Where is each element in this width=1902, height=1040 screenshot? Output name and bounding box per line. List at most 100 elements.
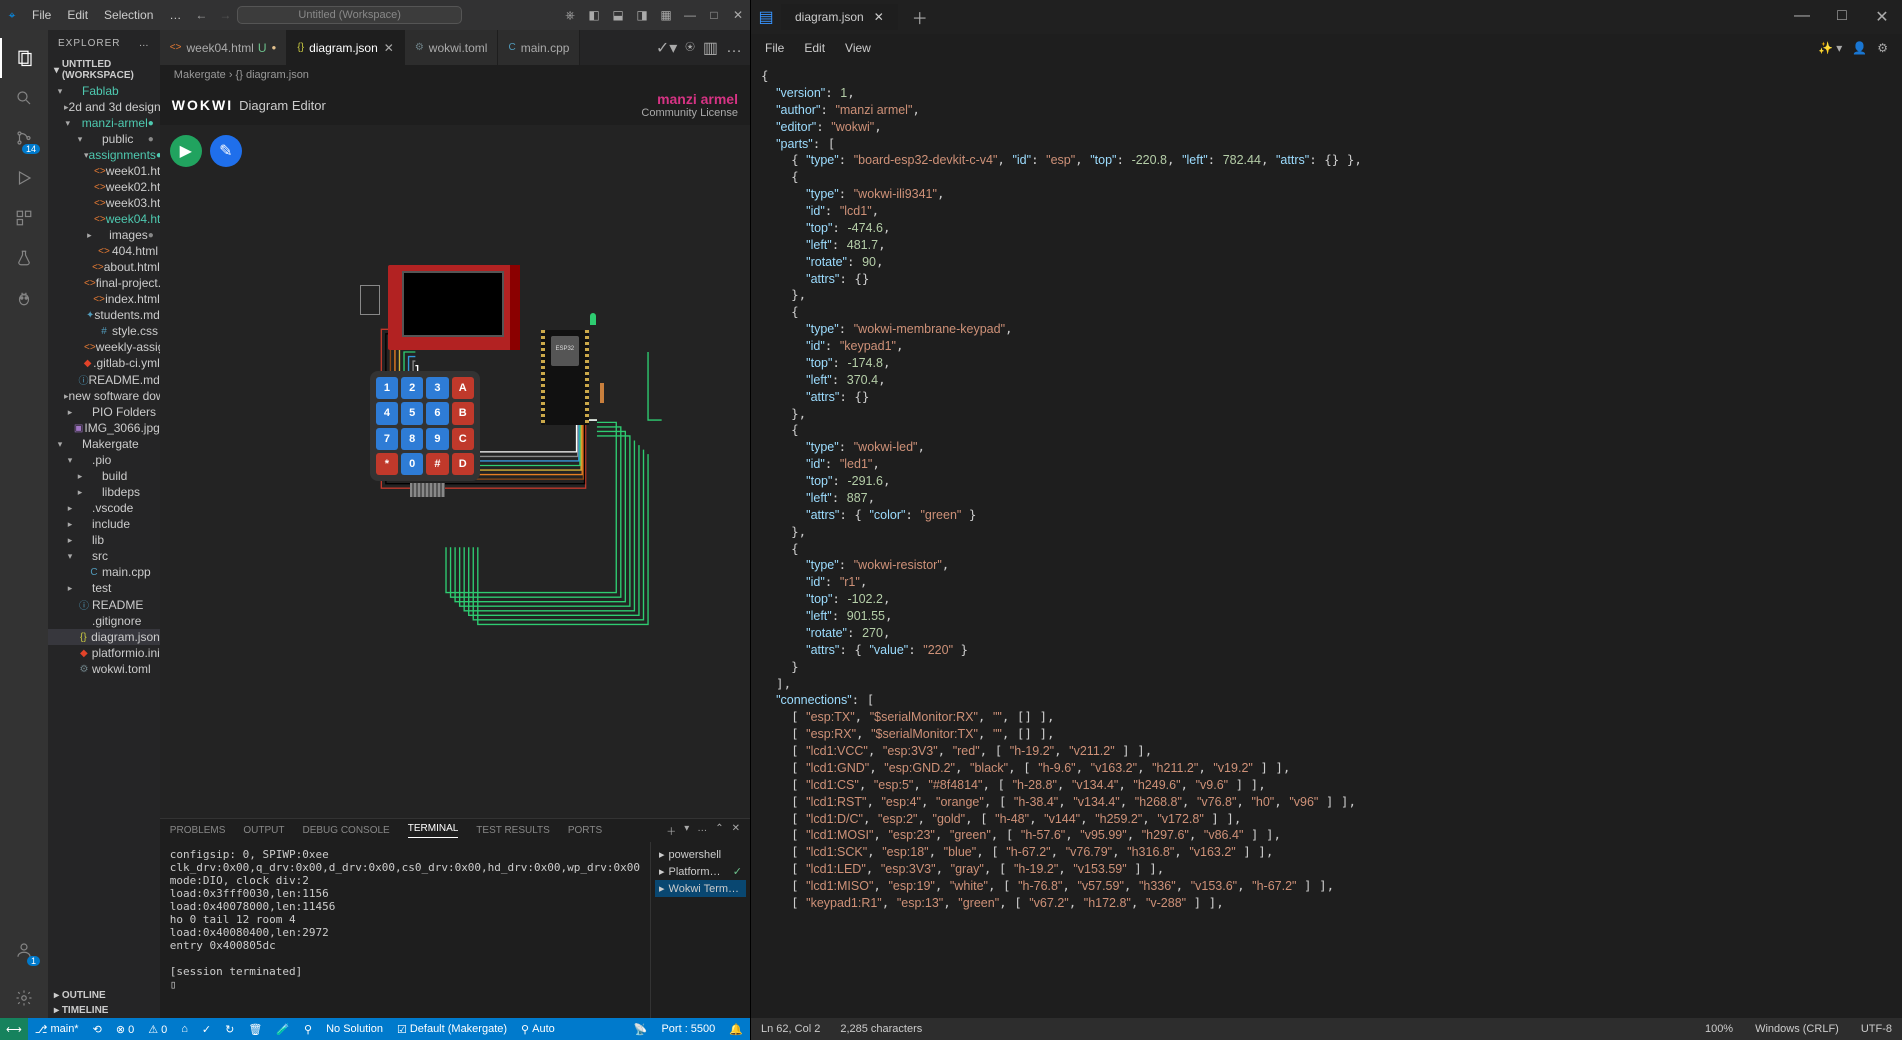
tree-src[interactable]: ▾src bbox=[48, 548, 160, 564]
key-B[interactable]: B bbox=[452, 402, 474, 424]
tree-Fablab[interactable]: ▾Fablab bbox=[48, 83, 160, 99]
close-panel-icon[interactable]: ✕ bbox=[732, 823, 740, 838]
layout-bottom-icon[interactable]: ⬓ bbox=[606, 8, 630, 22]
trash-icon[interactable]: 🗑 bbox=[241, 1023, 269, 1036]
status-warnings[interactable]: ⚠ 0 bbox=[141, 1023, 174, 1036]
tab-wokwi.toml[interactable]: ⚙wokwi.toml bbox=[405, 30, 499, 65]
key-8[interactable]: 8 bbox=[401, 428, 423, 450]
tree-public[interactable]: ▾public● bbox=[48, 131, 160, 147]
plug-icon[interactable]: ⚲ bbox=[297, 1023, 319, 1036]
explorer-icon[interactable] bbox=[0, 38, 48, 78]
key-C[interactable]: C bbox=[452, 428, 474, 450]
key-7[interactable]: 7 bbox=[376, 428, 398, 450]
search-icon[interactable] bbox=[0, 78, 48, 118]
layout-right-icon[interactable]: ◨ bbox=[630, 8, 654, 22]
tree-.gitignore[interactable]: .gitignore bbox=[48, 613, 160, 629]
key-9[interactable]: 9 bbox=[426, 428, 448, 450]
panel-more-icon[interactable]: … bbox=[697, 823, 707, 838]
tab-diagram.json[interactable]: {}diagram.json✕ bbox=[287, 30, 404, 65]
close-icon[interactable]: ✕ bbox=[874, 10, 884, 24]
outline-section[interactable]: ▸ OUTLINE bbox=[48, 988, 160, 1003]
key-4[interactable]: 4 bbox=[376, 402, 398, 424]
tree-new software download[interactable]: ▸new software download bbox=[48, 388, 160, 404]
maximize-panel-icon[interactable]: ⌃ bbox=[715, 823, 723, 838]
nav-back-icon[interactable]: ← bbox=[189, 8, 213, 22]
key-0[interactable]: 0 bbox=[401, 453, 423, 475]
panel-tab-output[interactable]: OUTPUT bbox=[243, 825, 284, 836]
terminal-Platform…[interactable]: ▸Platform…✓ bbox=[655, 863, 746, 880]
gear-icon[interactable]: ⚙ bbox=[1877, 41, 1888, 55]
key-1[interactable]: 1 bbox=[376, 377, 398, 399]
key-2[interactable]: 2 bbox=[401, 377, 423, 399]
sync-icon[interactable]: ⟲ bbox=[86, 1023, 109, 1036]
tree-.gitlab-ci.yml[interactable]: ◆.gitlab-ci.yml bbox=[48, 355, 160, 371]
panel-tab-terminal[interactable]: TERMINAL bbox=[408, 823, 459, 838]
simulate-edit-button[interactable]: ✎ bbox=[210, 135, 242, 167]
panel-tab-problems[interactable]: PROBLEMS bbox=[170, 825, 226, 836]
resistor-component[interactable] bbox=[600, 383, 604, 403]
extensions-icon[interactable] bbox=[0, 198, 48, 238]
tree-build[interactable]: ▸build bbox=[48, 468, 160, 484]
new-terminal-icon[interactable]: ＋ bbox=[666, 823, 676, 838]
tree-manzi-armel[interactable]: ▾manzi-armel● bbox=[48, 115, 160, 131]
user-icon[interactable]: 👤 bbox=[1852, 41, 1867, 55]
testing-icon[interactable] bbox=[0, 238, 48, 278]
key-D[interactable]: D bbox=[452, 453, 474, 475]
run-checks-icon[interactable]: ✓▾ bbox=[656, 38, 677, 58]
membrane-keypad[interactable]: 123A456B789C*0#D bbox=[370, 371, 480, 481]
tab-week04.html[interactable]: <>week04.html U● bbox=[160, 30, 288, 65]
layout-custom-icon[interactable]: ▦ bbox=[654, 8, 678, 22]
tree-.pio[interactable]: ▾.pio bbox=[48, 452, 160, 468]
terminal-Wokwi Term…[interactable]: ▸Wokwi Term… bbox=[655, 880, 746, 897]
tree-.vscode[interactable]: ▸.vscode bbox=[48, 500, 160, 516]
tree-2d and 3d design[interactable]: ▸2d and 3d design bbox=[48, 99, 160, 115]
chip-icon[interactable]: ⍟ bbox=[685, 39, 695, 57]
menu2-view[interactable]: View bbox=[835, 41, 881, 55]
home-icon[interactable]: ⌂ bbox=[174, 1023, 195, 1035]
auto-mode[interactable]: ⚲ Auto bbox=[514, 1023, 562, 1036]
port-status[interactable]: Port : 5500 bbox=[654, 1023, 722, 1035]
menu-selection[interactable]: Selection bbox=[96, 8, 161, 22]
command-center[interactable]: Untitled (Workspace) bbox=[237, 6, 462, 24]
tree-about.html[interactable]: <>about.html bbox=[48, 259, 160, 275]
wokwi-canvas[interactable]: ▶ ✎ bbox=[160, 125, 750, 818]
workspace-section[interactable]: ▾ UNTITLED (WORKSPACE) bbox=[48, 57, 160, 83]
tree-include[interactable]: ▸include bbox=[48, 516, 160, 532]
tree-wokwi.toml[interactable]: ⚙wokwi.toml bbox=[48, 661, 160, 677]
check-icon[interactable]: ✓ bbox=[195, 1023, 218, 1036]
layout-left-icon[interactable]: ◧ bbox=[582, 8, 606, 22]
key-*[interactable]: * bbox=[376, 453, 398, 475]
tree-404.html[interactable]: <>404.html bbox=[48, 243, 160, 259]
tree-index.html[interactable]: <>index.html bbox=[48, 291, 160, 307]
scm-icon[interactable]: 14 bbox=[0, 118, 48, 158]
key-6[interactable]: 6 bbox=[426, 402, 448, 424]
terminal-powershell[interactable]: ▸powershell bbox=[655, 846, 746, 863]
key-3[interactable]: 3 bbox=[426, 377, 448, 399]
split-icon[interactable]: ▥ bbox=[703, 38, 718, 58]
window-max-icon[interactable]: □ bbox=[1822, 7, 1862, 27]
sparkle-icon[interactable]: ✨ ▾ bbox=[1818, 41, 1842, 55]
simulate-play-button[interactable]: ▶ bbox=[170, 135, 202, 167]
window-min-icon[interactable]: — bbox=[678, 8, 702, 22]
window-min-icon[interactable]: — bbox=[1782, 7, 1822, 27]
key-#[interactable]: # bbox=[426, 453, 448, 475]
tree-lib[interactable]: ▸lib bbox=[48, 532, 160, 548]
panel-tab-test results[interactable]: TEST RESULTS bbox=[476, 825, 550, 836]
menu2-file[interactable]: File bbox=[755, 41, 794, 55]
nav-fwd-icon[interactable]: → bbox=[213, 8, 237, 22]
account-icon[interactable]: 1 bbox=[0, 930, 48, 970]
esp32-board[interactable]: ESP32 bbox=[545, 330, 585, 425]
tree-style.css[interactable]: #style.css bbox=[48, 323, 160, 339]
chevron-down-icon[interactable]: ▾ bbox=[684, 823, 689, 838]
tab-main.cpp[interactable]: Cmain.cpp bbox=[498, 30, 580, 65]
sync2-icon[interactable]: ↻ bbox=[218, 1023, 241, 1036]
tree-week04.html[interactable]: <>week04.htmlU bbox=[48, 211, 160, 227]
menu2-edit[interactable]: Edit bbox=[794, 41, 835, 55]
radio-icon[interactable]: 📡 bbox=[627, 1023, 655, 1036]
key-5[interactable]: 5 bbox=[401, 402, 423, 424]
tree-libdeps[interactable]: ▸libdeps bbox=[48, 484, 160, 500]
settings-gear-icon[interactable] bbox=[0, 978, 48, 1018]
git-branch[interactable]: ⎇ main* bbox=[28, 1023, 86, 1036]
more-icon[interactable]: … bbox=[726, 39, 742, 57]
tree-images[interactable]: ▸images● bbox=[48, 227, 160, 243]
